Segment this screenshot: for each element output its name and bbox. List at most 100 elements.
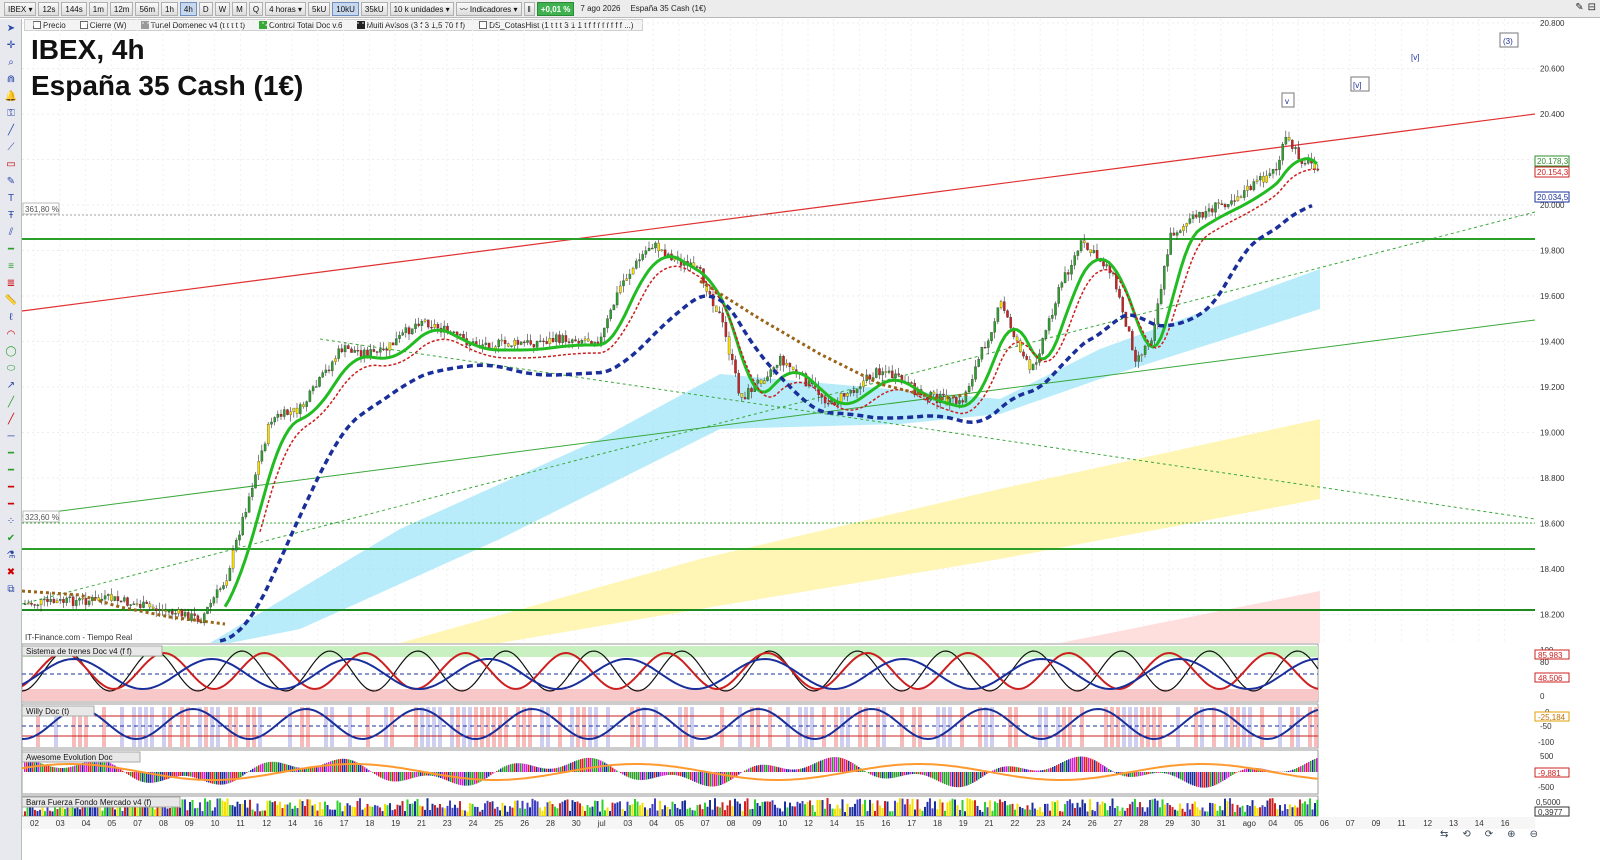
unit-10ku[interactable]: 10kU — [332, 1, 359, 16]
red-level-icon-2[interactable]: ━ — [3, 498, 19, 512]
timeframe-d[interactable]: D — [198, 1, 213, 16]
time-axis-label: 19 — [959, 819, 968, 828]
panel-value-tag: 0,3977 — [1538, 808, 1563, 817]
zoom-out-icon[interactable]: ⊖ — [1530, 829, 1538, 840]
bell-icon[interactable]: 🔔 — [3, 90, 19, 104]
text-box-icon[interactable]: Ŧ — [3, 209, 19, 223]
brush-icon[interactable]: ℓ — [3, 311, 19, 325]
price-axis-label: 18.800 — [1540, 474, 1565, 483]
unit-35ku[interactable]: 35kU — [360, 1, 388, 16]
time-axis-label: 07 — [133, 819, 142, 828]
time-axis-label: 29 — [1165, 819, 1174, 828]
timeframe-w[interactable]: W — [214, 1, 231, 16]
crosshair-icon[interactable]: ✛ — [3, 39, 19, 53]
edit-icon[interactable]: ✎ — [1575, 2, 1583, 13]
zoom-icon[interactable]: ⌕ — [3, 56, 19, 70]
flask-icon[interactable]: ⚗ — [3, 549, 19, 563]
delete-icon[interactable]: ✖ — [3, 566, 19, 580]
wave-label-bracket-v-upper: [v] — [1411, 53, 1419, 62]
time-axis-label: 12 — [262, 819, 271, 828]
panel-axis-label: -50 — [1540, 722, 1552, 731]
line-tool-icon[interactable]: ─ — [3, 430, 19, 444]
panel-trains: Sistema de trenes Doc v4 (f f) 100 80 0 … — [21, 643, 1570, 703]
green-line-icon[interactable]: ╱ — [3, 396, 19, 410]
check-icon[interactable]: ✔ — [3, 532, 19, 546]
timeframe-144s[interactable]: 144s — [61, 1, 87, 16]
dots-icon[interactable]: ⁘ — [3, 515, 19, 529]
panel-willy: Willy Doc (t) 0 -50 -100 -25,184 — [21, 703, 1570, 749]
magnet-icon[interactable]: ⋒ — [3, 73, 19, 87]
timeframe-12s[interactable]: 12s — [38, 1, 60, 16]
ellipse-icon[interactable]: ⬭ — [3, 362, 19, 376]
time-axis-label: 14 — [1475, 819, 1484, 828]
pause-button[interactable]: ‖ — [523, 1, 535, 16]
time-axis-label: 09 — [752, 819, 761, 828]
time-axis-label: 05 — [1294, 819, 1303, 828]
wave-label-v: v — [1285, 97, 1289, 106]
green-level-icon-2[interactable]: ━ — [3, 464, 19, 478]
panel-barra-title: Barra Fuerza Fondo Mercado v4 (f) — [26, 798, 152, 807]
pencil-icon[interactable]: ✎ — [3, 175, 19, 189]
channel-icon[interactable]: ⫽ — [3, 226, 19, 240]
timeframe-56m[interactable]: 56m — [135, 1, 159, 16]
panel-axis-label: -500 — [1538, 783, 1555, 792]
cursor-icon[interactable]: ➤ — [3, 22, 19, 36]
time-axis-label: 28 — [546, 819, 555, 828]
zoom-in-icon[interactable]: ⊕ — [1507, 829, 1515, 840]
timeframe-1m[interactable]: 1m — [88, 1, 108, 16]
time-axis-label: 08 — [727, 819, 736, 828]
price-axis-label: 19.600 — [1540, 292, 1565, 301]
red-line-icon[interactable]: ╱ — [3, 413, 19, 427]
arrow-icon[interactable]: ↗ — [3, 379, 19, 393]
time-axis-label: 25 — [494, 819, 503, 828]
panel-value-tag: -9,881 — [1538, 769, 1561, 778]
time-axis-label: 06 — [1320, 819, 1329, 828]
redo-icon[interactable]: ⟳ — [1485, 829, 1493, 840]
arc-icon[interactable]: ◠ — [3, 328, 19, 342]
red-level-icon[interactable]: ━ — [3, 481, 19, 495]
price-axis-label: 18.200 — [1540, 611, 1565, 620]
time-axis-label: 18 — [933, 819, 942, 828]
rectangle-icon[interactable]: ▭ — [3, 158, 19, 172]
time-axis-label: 18 — [365, 819, 374, 828]
price-axis-label: 20.800 — [1540, 19, 1565, 28]
symbol-selector[interactable]: IBEX ▾ — [4, 1, 37, 16]
panel-axis-label: 0,5000 — [1536, 798, 1561, 807]
undo-icon[interactable]: ⟲ — [1462, 829, 1470, 840]
bottom-nav-tools: ⇆ ⟲ ⟳ ⊕ ⊖ — [1440, 829, 1538, 840]
ruler-icon[interactable]: 📏 — [3, 294, 19, 308]
parallel-icon[interactable]: ≣ — [3, 277, 19, 291]
time-axis-label: 13 — [1449, 819, 1458, 828]
price-tag-blue-ma: 20.034,5 — [1537, 193, 1569, 202]
price-axis-label: 18.400 — [1540, 565, 1565, 574]
time-axis-label: 15 — [856, 819, 865, 828]
lock-icon[interactable]: ⚿ — [3, 107, 19, 121]
window-minimize-icon[interactable]: ⊟ — [1588, 2, 1596, 13]
timeframe-4h[interactable]: 4h — [179, 1, 197, 16]
green-level-icon[interactable]: ━ — [3, 447, 19, 461]
layers-icon[interactable]: ⧉ — [3, 583, 19, 597]
unit-5ku[interactable]: 5kU — [308, 1, 331, 16]
time-axis-label: 10 — [778, 819, 787, 828]
horizontal-line-icon[interactable]: ━ — [3, 243, 19, 257]
timeframe-1h[interactable]: 1h — [161, 1, 178, 16]
chart-canvas[interactable]: IBEX, 4h España 35 Cash (1€) 361,80 % 32… — [0, 19, 1600, 860]
interval-select[interactable]: 4 horas ▾ — [265, 1, 306, 16]
timeframe-12m[interactable]: 12m — [109, 1, 134, 16]
reset-view-icon[interactable]: ⇆ — [1440, 829, 1448, 840]
time-axis-label: 09 — [1372, 819, 1381, 828]
fib-icon[interactable]: ≡ — [3, 260, 19, 274]
time-axis-label: 03 — [623, 819, 632, 828]
price-tag-close: 20.178,3 — [1537, 157, 1569, 166]
time-axis-label: 04 — [1268, 819, 1277, 828]
text-icon[interactable]: T — [3, 192, 19, 206]
units-select[interactable]: 10 k unidades ▾ — [389, 1, 454, 16]
timeframe-q[interactable]: Q — [248, 1, 264, 16]
indicators-button[interactable]: 〰 Indicadores ▾ — [455, 1, 522, 16]
ray-line-icon[interactable]: ⟋ — [3, 141, 19, 155]
circle-icon[interactable]: ◯ — [3, 345, 19, 359]
trend-line-icon[interactable]: ╱ — [3, 124, 19, 138]
panel-value-tag: 48,506 — [1538, 674, 1563, 683]
timeframe-m[interactable]: M — [232, 1, 247, 16]
time-axis-label: 23 — [443, 819, 452, 828]
